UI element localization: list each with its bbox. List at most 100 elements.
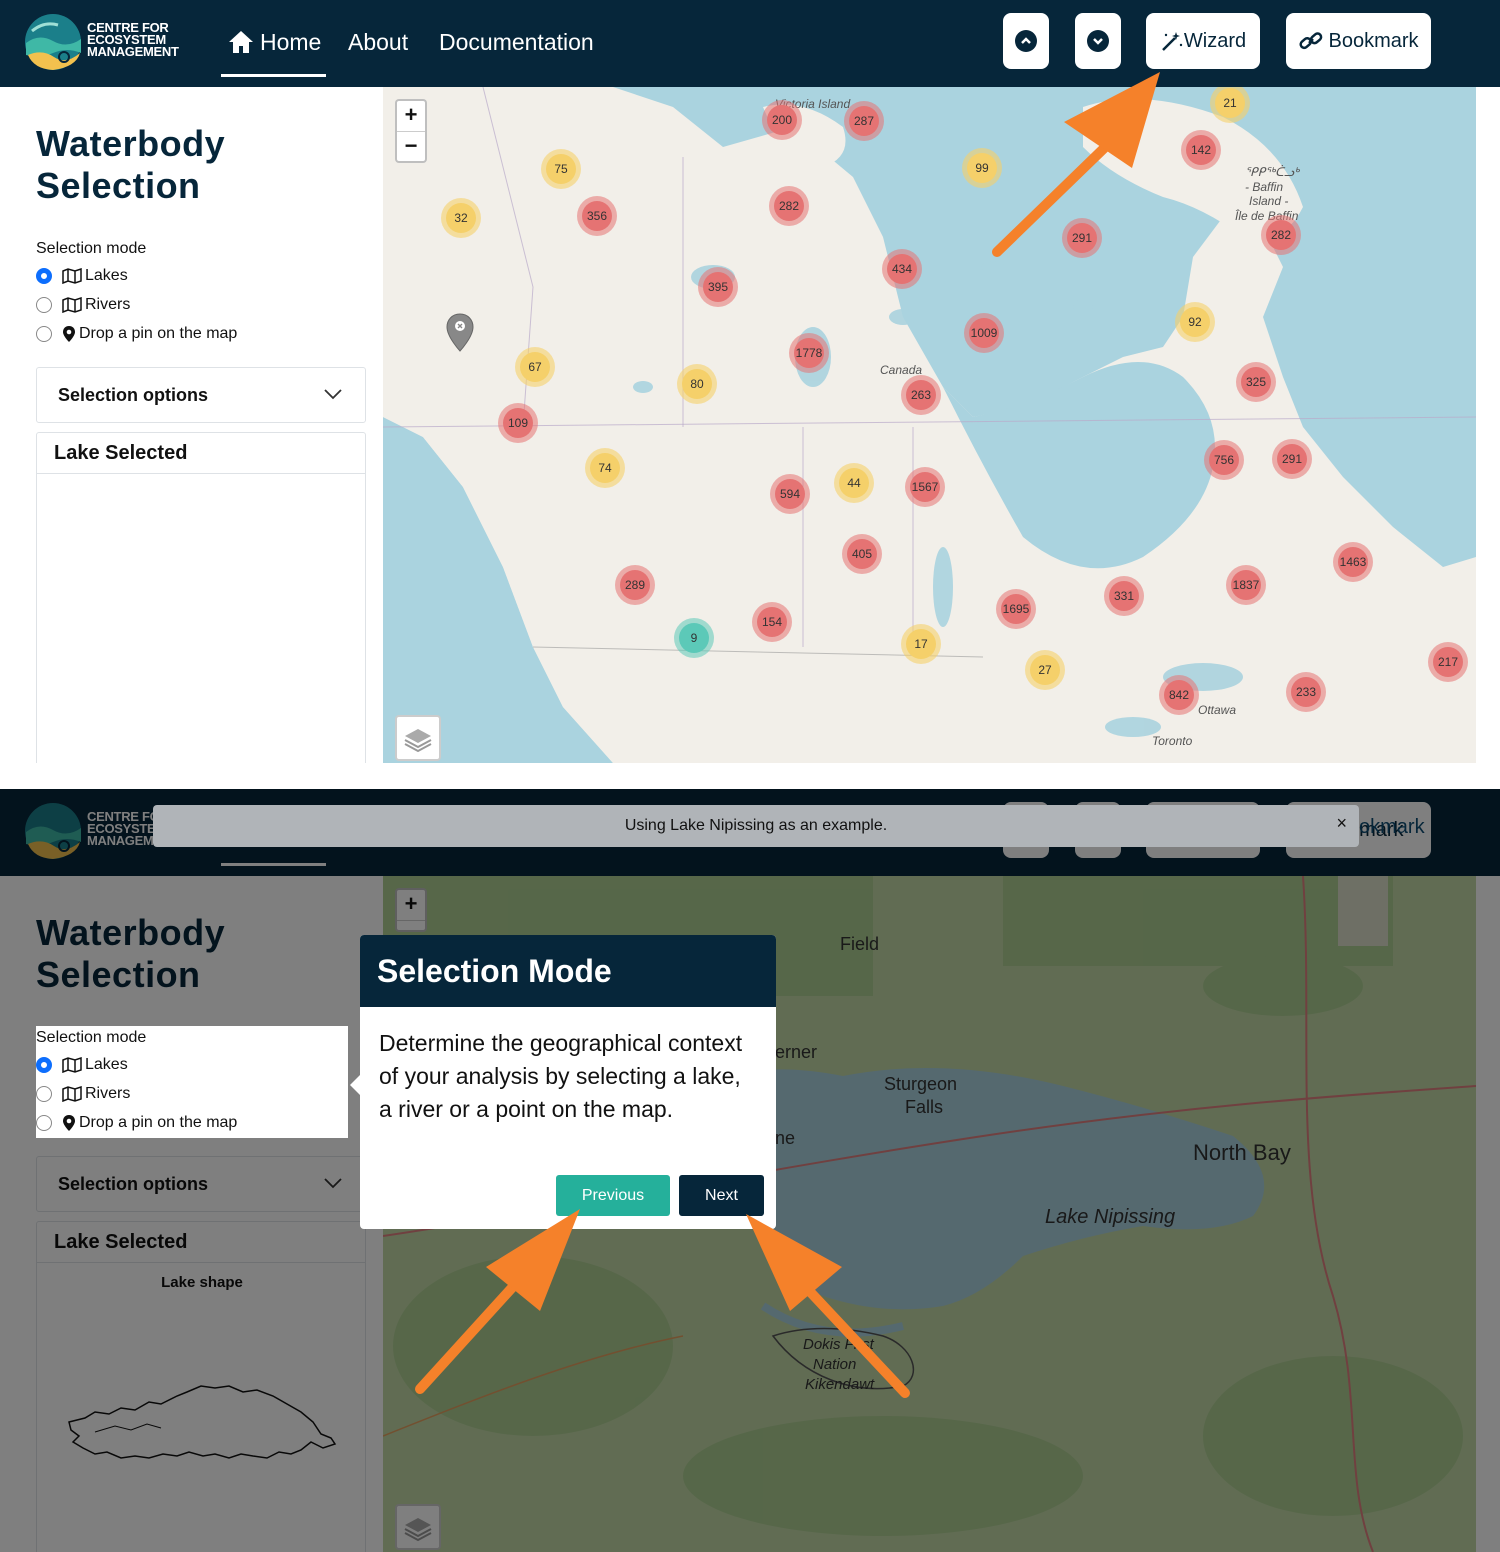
cluster-count: 92: [1180, 307, 1210, 337]
map-cluster-marker[interactable]: 325: [1236, 362, 1276, 402]
logo-icon: [25, 14, 81, 70]
cluster-count: 17: [906, 629, 936, 659]
radio-unchecked-icon[interactable]: [36, 1085, 52, 1102]
radio-checked-icon[interactable]: [36, 267, 52, 284]
cluster-count: 282: [1266, 220, 1296, 250]
map-cluster-marker[interactable]: 92: [1175, 302, 1215, 342]
cluster-count: 1778: [794, 338, 824, 368]
radio-lakes[interactable]: Lakes: [36, 1050, 348, 1079]
map-pin-icon: [62, 1114, 76, 1132]
cluster-count: 263: [906, 380, 936, 410]
highlighted-selection-mode: Selection mode Lakes Rivers Drop a pin o…: [36, 1026, 348, 1138]
map-cluster-marker[interactable]: 1463: [1333, 542, 1373, 582]
map-cluster-marker[interactable]: 282: [769, 186, 809, 226]
radio-rivers-label: Rivers: [85, 295, 131, 313]
map-cluster-marker[interactable]: 67: [515, 347, 555, 387]
radio-drop-pin[interactable]: Drop a pin on the map: [36, 319, 348, 348]
cluster-count: 1463: [1338, 547, 1368, 577]
bookmark-button[interactable]: Bookmark: [1286, 13, 1431, 69]
map-cluster-marker[interactable]: 331: [1104, 576, 1144, 616]
radio-drop-pin[interactable]: Drop a pin on the map: [36, 1108, 348, 1137]
wizard-label: Wizard: [1183, 29, 1247, 52]
wizard-button[interactable]: Wizard: [1146, 13, 1260, 69]
map-cluster-marker[interactable]: 75: [541, 149, 581, 189]
chevron-down-icon: [324, 389, 342, 400]
map-cluster-marker[interactable]: 289: [615, 565, 655, 605]
zoom-out-button[interactable]: −: [397, 132, 425, 162]
map-cluster-marker[interactable]: 1837: [1226, 565, 1266, 605]
selection-options-label: Selection options: [58, 385, 209, 405]
map-cluster-marker[interactable]: 9: [674, 618, 714, 658]
cluster-count: 842: [1164, 680, 1194, 710]
radio-lakes[interactable]: Lakes: [36, 261, 348, 290]
map-cluster-marker[interactable]: 142: [1181, 130, 1221, 170]
map-place-label: ᕿᑭᖅᑖᓗᒃ: [1245, 165, 1299, 179]
selection-options-accordion[interactable]: Selection options: [36, 367, 366, 423]
map-cluster-marker[interactable]: 291: [1272, 439, 1312, 479]
nav-home-link[interactable]: Home: [228, 27, 321, 57]
cluster-count: 99: [967, 153, 997, 183]
map-cluster-marker[interactable]: 842: [1159, 675, 1199, 715]
map-cluster-marker[interactable]: 282: [1261, 215, 1301, 255]
next-button[interactable]: Next: [679, 1175, 764, 1216]
map-cluster-marker[interactable]: 1778: [789, 333, 829, 373]
radio-lakes-label: Lakes: [85, 1055, 128, 1073]
cluster-count: 1567: [910, 472, 940, 502]
map-cluster-marker[interactable]: 356: [577, 196, 617, 236]
map-cluster-marker[interactable]: 1567: [905, 467, 945, 507]
previous-button[interactable]: Previous: [556, 1175, 670, 1216]
radio-unchecked-icon[interactable]: [36, 296, 52, 313]
radio-checked-icon[interactable]: [36, 1056, 52, 1073]
cluster-count: 756: [1209, 445, 1239, 475]
nav-about-link[interactable]: About: [348, 27, 408, 57]
screenshot-wizard: CENTRE FOR ECOSYSTEM MANAGEMENT Home Abo…: [0, 789, 1500, 1552]
radio-unchecked-icon[interactable]: [36, 325, 52, 342]
map-cluster-marker[interactable]: 594: [770, 474, 810, 514]
map-place-label: - Baffin: [1245, 180, 1284, 194]
radio-drop-pin-label: Drop a pin on the map: [79, 1113, 238, 1131]
active-nav-indicator: [221, 74, 326, 77]
map-cluster-marker[interactable]: 80: [677, 364, 717, 404]
cluster-count: 142: [1186, 135, 1216, 165]
scroll-down-button[interactable]: [1075, 13, 1121, 69]
close-icon[interactable]: ×: [1336, 813, 1347, 834]
link-icon: [1299, 32, 1323, 50]
page-title: Waterbody Selection: [36, 123, 226, 206]
map-cluster-marker[interactable]: 1009: [964, 313, 1004, 353]
map-marker-icon[interactable]: [445, 313, 479, 355]
lake-selected-header: Lake Selected: [37, 433, 365, 474]
radio-unchecked-icon[interactable]: [36, 1114, 52, 1131]
radio-rivers[interactable]: Rivers: [36, 290, 348, 319]
map-cluster-marker[interactable]: 200: [762, 100, 802, 140]
layers-button[interactable]: [395, 715, 441, 761]
map-cluster-marker[interactable]: 74: [585, 448, 625, 488]
map-cluster-marker[interactable]: 405: [842, 534, 882, 574]
cluster-count: 217: [1433, 647, 1463, 677]
map-cluster-marker[interactable]: 44: [834, 463, 874, 503]
map-cluster-marker[interactable]: 233: [1286, 672, 1326, 712]
cluster-count: 1837: [1231, 570, 1261, 600]
radio-rivers[interactable]: Rivers: [36, 1079, 348, 1108]
selection-mode-group: Selection mode Lakes Rivers Drop a pin o…: [36, 237, 348, 349]
map-cluster-marker[interactable]: 32: [441, 198, 481, 238]
map-cluster-marker[interactable]: 154: [752, 602, 792, 642]
map-cluster-marker[interactable]: 263: [901, 375, 941, 415]
nav-documentation-link[interactable]: Documentation: [439, 27, 594, 57]
map-view[interactable]: Victoria Island ᕿᑭᖅᑖᓗᒃ - Baffin Island - Île…: [383, 87, 1476, 763]
map-cluster-marker[interactable]: 109: [498, 403, 538, 443]
map-cluster-marker[interactable]: 756: [1204, 440, 1244, 480]
map-cluster-marker[interactable]: 287: [844, 101, 884, 141]
map-cluster-marker[interactable]: 395: [698, 267, 738, 307]
cluster-count: 154: [757, 607, 787, 637]
map-cluster-marker[interactable]: 217: [1428, 642, 1468, 682]
map-cluster-marker[interactable]: 434: [882, 249, 922, 289]
map-cluster-marker[interactable]: 99: [962, 148, 1002, 188]
map-place-label: Toronto: [1152, 734, 1193, 748]
map-cluster-marker[interactable]: 27: [1025, 650, 1065, 690]
scroll-up-button[interactable]: [1003, 13, 1049, 69]
map-cluster-marker[interactable]: 17: [901, 624, 941, 664]
map-cluster-marker[interactable]: 291: [1062, 218, 1102, 258]
map-cluster-marker[interactable]: 1695: [996, 589, 1036, 629]
map-icon: [62, 267, 82, 284]
zoom-in-button[interactable]: +: [397, 101, 425, 132]
